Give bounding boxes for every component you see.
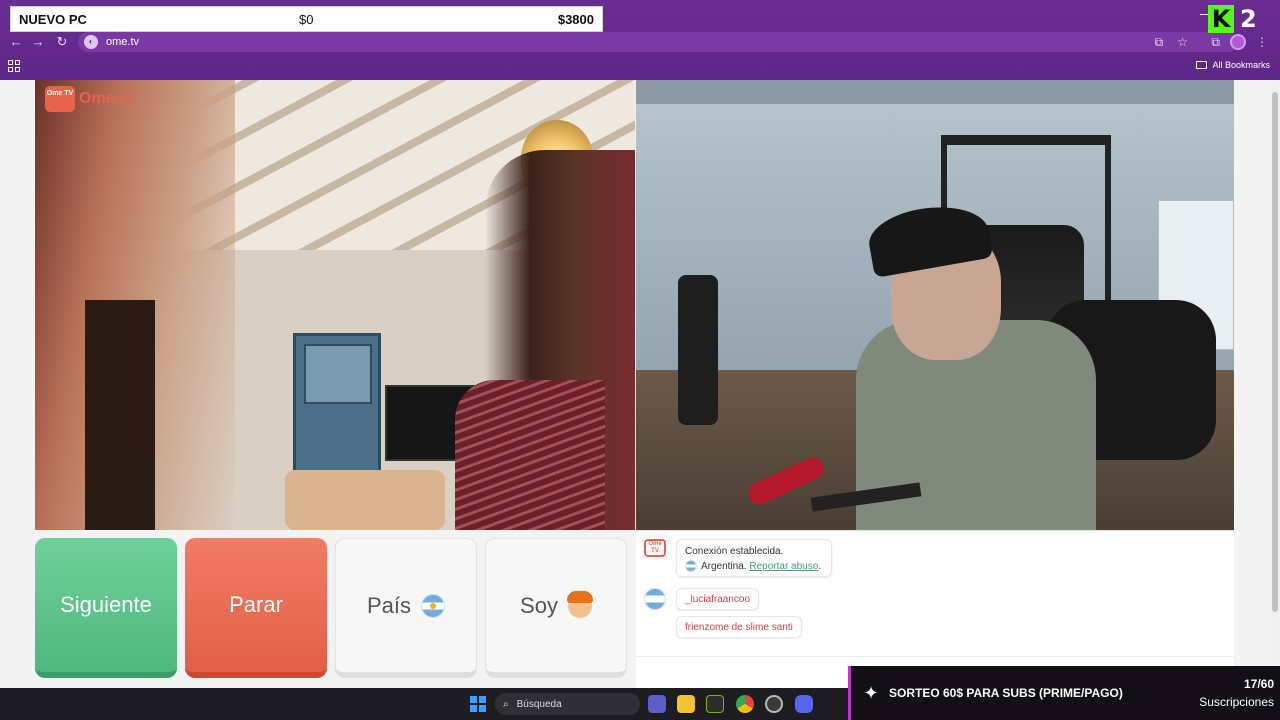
reload-icon[interactable]: ↻ xyxy=(54,34,70,50)
system-message: Conexión establecida. Argentina. Reporta… xyxy=(676,539,832,577)
scene-ceiling-right xyxy=(636,80,1234,104)
argentina-flag-small-icon xyxy=(685,560,697,573)
country-button-label: País xyxy=(366,592,412,618)
scrollbar-thumb[interactable] xyxy=(1272,92,1278,612)
gender-button[interactable]: Soy xyxy=(485,538,627,678)
url-text: ome.tv xyxy=(106,36,140,48)
sub-giveaway-banner: ✦ SORTEO 60$ PARA SUBS (PRIME/PAGO) 17/6… xyxy=(848,666,1280,720)
all-bookmarks-button[interactable]: All Bookmarks xyxy=(1196,60,1270,70)
kick-logo-icon: K xyxy=(1208,5,1234,33)
ometv-logo-word: Ome.tv xyxy=(79,90,134,107)
goal-current: $0 xyxy=(299,11,314,27)
cast-icon[interactable]: ⧉ xyxy=(1155,35,1164,50)
chrome-icon[interactable] xyxy=(736,695,754,713)
extension-area: ⧉ ⋮ xyxy=(1211,34,1268,50)
taskbar-search-label: Búsqueda xyxy=(516,698,562,710)
cabinet-glass xyxy=(304,344,372,404)
page-scrollbar[interactable] xyxy=(1270,80,1280,688)
ometv-chat-avatar-icon: Ome TV xyxy=(644,539,666,557)
stop-button[interactable]: Parar xyxy=(185,538,327,678)
folder-icon xyxy=(1196,61,1208,69)
argentina-flag-icon xyxy=(421,593,446,618)
goal-target: $3800 xyxy=(557,11,594,27)
profile-avatar[interactable] xyxy=(1230,34,1246,50)
all-bookmarks-label: All Bookmarks xyxy=(1212,60,1270,70)
scene-sofa xyxy=(285,470,445,530)
teams-icon[interactable] xyxy=(648,695,666,713)
taskbar-search[interactable]: ⌕ Búsqueda xyxy=(495,693,640,715)
bookmarks-bar: All Bookmarks xyxy=(0,56,1280,78)
next-button[interactable]: Siguiente xyxy=(35,538,177,678)
next-button-label: Siguiente xyxy=(60,592,152,617)
address-bar: ← → ↻ ◐ ome.tv ⧉ ☆ ⧉ ⋮ xyxy=(0,30,1280,54)
system-message-line2: Argentina. Reportar abuso. xyxy=(685,559,823,574)
obs-icon[interactable] xyxy=(765,695,783,713)
chat-message: _luciafraancoo xyxy=(676,588,760,610)
system-message-line1: Conexión establecida. xyxy=(685,546,784,557)
scene-punching-bag xyxy=(678,275,718,425)
report-suffix: . xyxy=(818,561,822,572)
url-field[interactable]: ◐ ome.tv ⧉ ☆ xyxy=(78,32,1238,52)
ometv-logo-icon: Ome TV xyxy=(45,86,75,112)
system-country: Argentina. xyxy=(701,561,747,572)
ometv-logo: Ome TV Ome.tv xyxy=(45,86,133,112)
sub-counter: 17/60 Suscripciones xyxy=(1199,675,1274,711)
remote-person-right-sweater xyxy=(455,380,605,530)
goal-title: NUEVO PC xyxy=(19,11,87,27)
discord-icon[interactable] xyxy=(795,695,813,713)
chat-message-text: _luciafraancoo xyxy=(685,594,751,605)
kick-logo-number: 2 xyxy=(1240,5,1257,33)
gender-button-label: Soy xyxy=(520,592,558,618)
remote-video: Ome TV Ome.tv xyxy=(35,80,635,530)
nvidia-icon[interactable] xyxy=(706,695,724,713)
apps-grid-icon[interactable] xyxy=(8,60,20,72)
omnibox-actions: ⧉ ☆ xyxy=(1155,35,1188,50)
bookmark-star-icon[interactable]: ☆ xyxy=(1177,35,1188,50)
star-icon: ✦ xyxy=(863,683,879,703)
boy-emoji-icon xyxy=(566,590,593,618)
local-video xyxy=(636,80,1234,530)
stream-goal-bar: NUEVO PC $0 $3800 xyxy=(10,6,603,32)
country-button[interactable]: País xyxy=(335,538,477,678)
stranger-flag-avatar-icon xyxy=(644,588,666,610)
back-icon[interactable]: ← xyxy=(8,34,24,50)
site-favicon-icon: ◐ xyxy=(84,35,98,49)
search-icon: ⌕ xyxy=(503,698,509,710)
remote-person-left-top xyxy=(85,300,155,530)
kick-overlay-logo: K 2 xyxy=(1208,4,1270,34)
stop-button-label: Parar xyxy=(229,592,283,617)
chat-message: frienzome de slime santi xyxy=(676,616,802,638)
file-explorer-icon[interactable] xyxy=(677,695,695,713)
sub-count-label: Suscripciones xyxy=(1199,695,1274,709)
report-abuse-link[interactable]: Reportar abuso xyxy=(749,561,818,572)
start-button-icon[interactable] xyxy=(470,696,486,712)
extensions-icon[interactable]: ⧉ xyxy=(1211,35,1220,50)
sub-count-value: 17/60 xyxy=(1243,677,1274,691)
chat-panel: Ome TV Conexión establecida. Argentina. R… xyxy=(636,530,1234,688)
giveaway-text: SORTEO 60$ PARA SUBS (PRIME/PAGO) xyxy=(889,686,1123,700)
chat-message-text: frienzome de slime santi xyxy=(685,622,793,633)
menu-kebab-icon[interactable]: ⋮ xyxy=(1256,35,1268,49)
forward-icon[interactable]: → xyxy=(30,34,46,50)
